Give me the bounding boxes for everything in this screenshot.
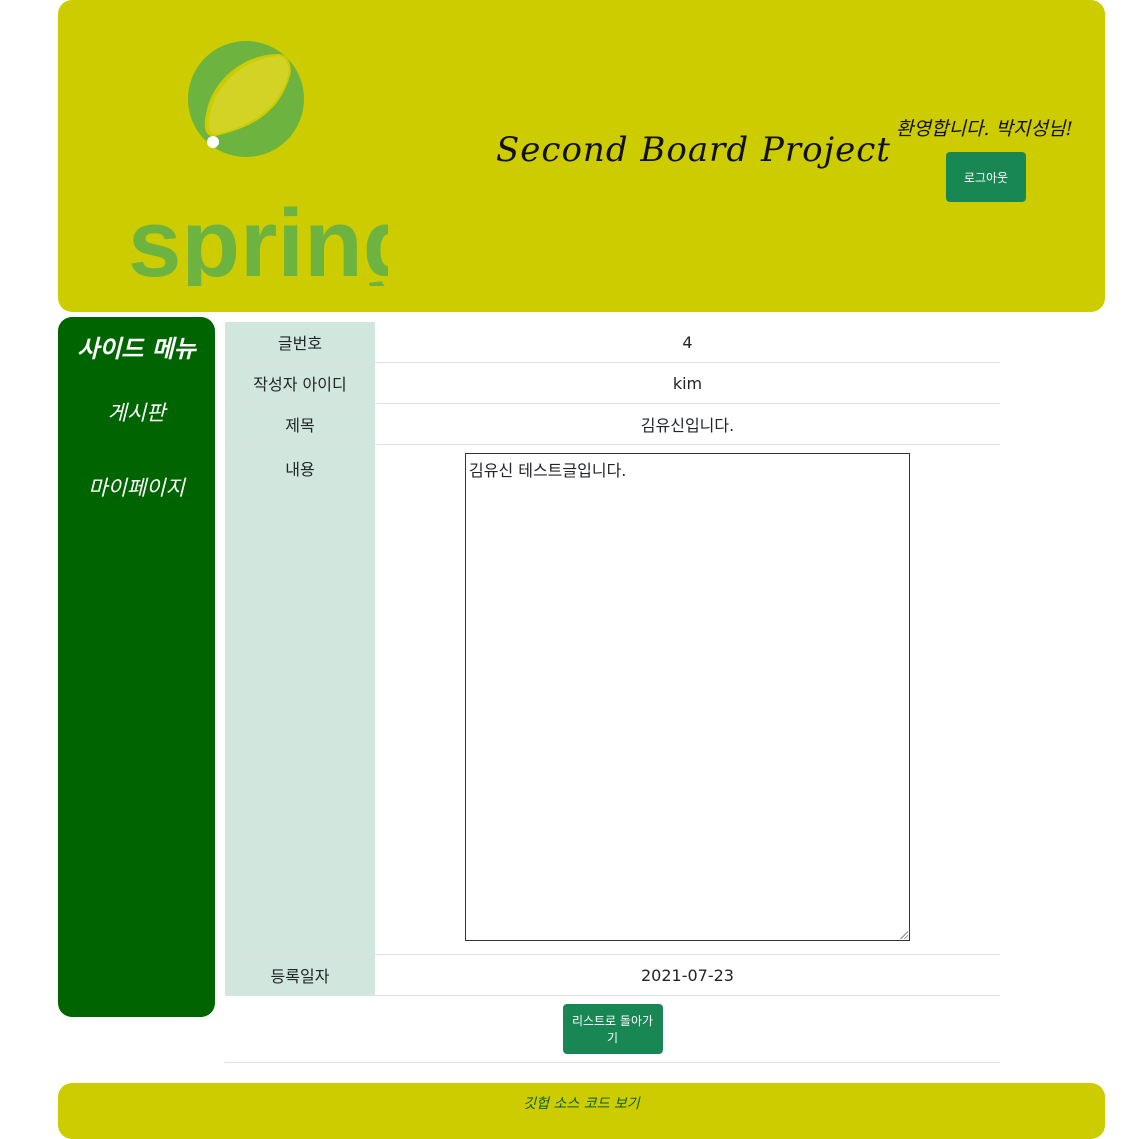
post-detail-table: 글번호 4 작성자 아이디 kim 제목 김유신입니다. 내용 김유신 테스트글… xyxy=(225,322,1000,1063)
writer-label: 작성자 아이디 xyxy=(225,363,375,403)
row-date: 등록일자 2021-07-23 xyxy=(225,955,1000,996)
spring-logo[interactable]: spring xyxy=(128,36,388,286)
site-title: Second Board Project xyxy=(496,130,891,170)
date-value: 2021-07-23 xyxy=(641,965,734,985)
svg-text:spring: spring xyxy=(128,190,388,286)
logout-button[interactable]: 로그아웃 xyxy=(946,152,1026,202)
resize-grip-icon[interactable] xyxy=(900,931,908,939)
writer-value: kim xyxy=(672,373,703,393)
content-value-cell: 김유신 테스트글입니다. xyxy=(375,445,1000,954)
content-textarea[interactable]: 김유신 테스트글입니다. xyxy=(465,453,910,941)
content-text: 김유신 테스트글입니다. xyxy=(469,461,627,480)
footer: 깃헙 소스 코드 보기 xyxy=(58,1083,1105,1139)
subject-value: 김유신입니다. xyxy=(640,416,735,435)
back-row: 리스트로 돌아가기 xyxy=(225,996,1000,1063)
header: spring Second Board Project 환영합니다. 박지성님!… xyxy=(58,0,1105,312)
date-label: 등록일자 xyxy=(225,955,375,995)
sidebar-title: 사이드 메뉴 xyxy=(77,334,196,363)
post-no-label: 글번호 xyxy=(225,322,375,362)
github-source-link[interactable]: 깃헙 소스 코드 보기 xyxy=(523,1093,639,1113)
post-no-value: 4 xyxy=(682,332,693,352)
back-to-list-button[interactable]: 리스트로 돌아가기 xyxy=(562,1004,663,1054)
row-content: 내용 김유신 테스트글입니다. xyxy=(225,445,1000,955)
row-writer: 작성자 아이디 kim xyxy=(225,363,1000,404)
sidebar-item-mypage[interactable]: 마이페이지 xyxy=(58,472,215,502)
sidebar: 사이드 메뉴 게시판 마이페이지 xyxy=(58,317,215,1017)
welcome-message: 환영합니다. 박지성님! xyxy=(896,118,1074,140)
sidebar-item-board[interactable]: 게시판 xyxy=(58,397,215,427)
row-subject: 제목 김유신입니다. xyxy=(225,404,1000,445)
subject-label: 제목 xyxy=(225,404,375,444)
content-label: 내용 xyxy=(225,445,375,954)
row-post-no: 글번호 4 xyxy=(225,322,1000,363)
